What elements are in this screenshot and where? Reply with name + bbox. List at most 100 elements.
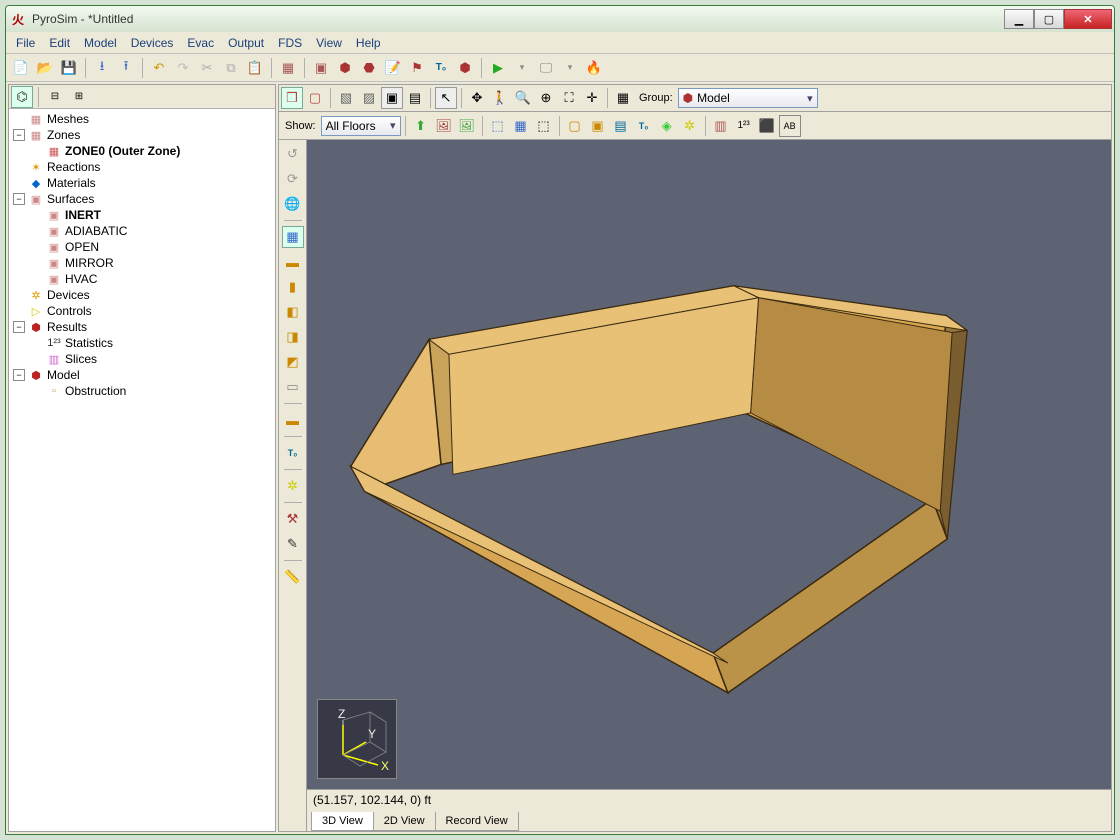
shade3-icon[interactable]: ▣ — [381, 87, 403, 109]
run-dropdown-icon[interactable]: ▾ — [511, 57, 533, 79]
menu-view[interactable]: View — [310, 34, 348, 52]
orbit2-icon[interactable]: ⟳ — [282, 168, 304, 190]
minimize-button[interactable] — [1004, 9, 1034, 29]
save-file-icon[interactable]: 💾 — [58, 57, 80, 79]
select-icon[interactable]: ↖ — [435, 87, 457, 109]
slab-icon[interactable]: ▬ — [282, 251, 304, 273]
tree-item[interactable]: ▣HVAC — [9, 271, 275, 287]
show-dropdown[interactable]: All Floors — [321, 116, 401, 136]
view-wire-icon[interactable]: ▢ — [304, 87, 326, 109]
tab-record-view[interactable]: Record View — [435, 812, 519, 831]
redo-icon[interactable]: ↷ — [172, 57, 194, 79]
shade4-icon[interactable]: ▤ — [404, 87, 426, 109]
tree-expand-icon[interactable]: − — [13, 193, 25, 205]
spin-icon[interactable]: 🌐 — [282, 193, 304, 215]
menu-devices[interactable]: Devices — [125, 34, 180, 52]
slice-icon[interactable]: ▥ — [710, 115, 732, 137]
undo-icon[interactable]: ↶ — [148, 57, 170, 79]
viewport-3d[interactable]: Z Y X (51.157, 102.144, 0) ft 3D View 2D… — [307, 140, 1111, 831]
measure-icon[interactable]: 📏 — [282, 566, 304, 588]
copy-icon[interactable]: ⧉ — [220, 57, 242, 79]
tree-expand-icon[interactable]: − — [13, 321, 25, 333]
obj1-icon[interactable]: ▢ — [564, 115, 586, 137]
monitor-dropdown-icon[interactable]: ▾ — [559, 57, 581, 79]
tab-2d-view[interactable]: 2D View — [373, 812, 436, 831]
axis-gizmo[interactable]: Z Y X — [317, 699, 397, 779]
obj3-icon[interactable]: ▤ — [610, 115, 632, 137]
tree-item[interactable]: ✲Devices — [9, 287, 275, 303]
device-tool-icon[interactable]: ✲ — [282, 475, 304, 497]
device-view-icon[interactable]: ✲ — [679, 115, 701, 137]
pan-icon[interactable]: ✥ — [466, 87, 488, 109]
zoom-in-icon[interactable]: 🔍 — [512, 87, 534, 109]
results-icon[interactable]: ⬢ — [454, 57, 476, 79]
menu-file[interactable]: File — [10, 34, 41, 52]
canvas-3d[interactable]: Z Y X — [307, 140, 1111, 789]
run-icon[interactable]: ▶ — [487, 57, 509, 79]
zoom-fit-icon[interactable]: ⊕ — [535, 87, 557, 109]
export-icon[interactable]: ⭱ — [115, 57, 137, 79]
menu-model[interactable]: Model — [78, 34, 123, 52]
tree-item[interactable]: ▣OPEN — [9, 239, 275, 255]
view-mesh2-icon[interactable]: ▦ — [510, 115, 532, 137]
shade2-icon[interactable]: ▨ — [358, 87, 380, 109]
zoom-box-icon[interactable]: ⛶ — [558, 87, 580, 109]
close-button[interactable] — [1064, 9, 1112, 29]
tree-item[interactable]: 1²³Statistics — [9, 335, 275, 351]
record-icon[interactable]: 📝 — [382, 57, 404, 79]
reaction-icon[interactable]: ⬢ — [334, 57, 356, 79]
center-icon[interactable]: ✛ — [581, 87, 603, 109]
tree-view-icon[interactable]: ⌬ — [11, 86, 33, 108]
room-icon[interactable]: ◨ — [282, 326, 304, 348]
tree-expand-icon[interactable]: − — [13, 369, 25, 381]
tree-item[interactable]: −▣Surfaces — [9, 191, 275, 207]
view-mesh-icon[interactable]: ⬚ — [487, 115, 509, 137]
group-dropdown[interactable]: ⬢ Model — [678, 88, 818, 108]
menu-help[interactable]: Help — [350, 34, 387, 52]
stats-icon[interactable]: 1²³ — [733, 115, 755, 137]
tree-item[interactable]: −▦Zones — [9, 127, 275, 143]
menu-edit[interactable]: Edit — [43, 34, 76, 52]
tree-item[interactable]: ▥Slices — [9, 351, 275, 367]
wall-icon[interactable]: ▮ — [282, 276, 304, 298]
maximize-button[interactable] — [1034, 9, 1064, 29]
tree-item[interactable]: ▷Controls — [9, 303, 275, 319]
mesh-icon[interactable]: ▦ — [277, 57, 299, 79]
sample-icon[interactable]: ✎ — [282, 533, 304, 555]
view-wireframe-icon[interactable]: ⬚ — [533, 115, 555, 137]
view-3d-icon[interactable]: ❒ — [281, 87, 303, 109]
obj2-icon[interactable]: ▣ — [587, 115, 609, 137]
floor-img2-icon[interactable]: 🖼 — [456, 115, 478, 137]
tree-item[interactable]: ▣INERT — [9, 207, 275, 223]
tree-item[interactable]: −⬢Model — [9, 367, 275, 383]
fire-icon[interactable]: 🔥 — [583, 57, 605, 79]
t0-icon[interactable]: T₀ — [430, 57, 452, 79]
tab-3d-view[interactable]: 3D View — [311, 812, 374, 831]
tree-item[interactable]: ▣MIRROR — [9, 255, 275, 271]
t0-tool-icon[interactable]: T₀ — [282, 442, 304, 464]
device-icon[interactable]: ⬣ — [358, 57, 380, 79]
obj4-icon[interactable]: ◈ — [656, 115, 678, 137]
hole-icon[interactable]: ▭ — [282, 376, 304, 398]
box-icon[interactable]: ⬛ — [756, 115, 778, 137]
new-file-icon[interactable]: 📄 — [10, 57, 32, 79]
collapse-all-icon[interactable]: ⊟ — [44, 86, 66, 108]
floor-up-icon[interactable]: ⬆ — [410, 115, 432, 137]
menu-fds[interactable]: FDS — [272, 34, 308, 52]
cube-icon[interactable]: ◩ — [282, 351, 304, 373]
expand-all-icon[interactable]: ⊞ — [68, 86, 90, 108]
tree-item[interactable]: ✶Reactions — [9, 159, 275, 175]
open-file-icon[interactable]: 📂 — [34, 57, 56, 79]
axe-icon[interactable]: ⚒ — [282, 508, 304, 530]
monitor-icon[interactable]: 🖵 — [535, 57, 557, 79]
orbit-icon[interactable]: ↺ — [282, 143, 304, 165]
flag-icon[interactable]: ⚑ — [406, 57, 428, 79]
grid-icon[interactable]: ▦ — [612, 87, 634, 109]
surface-icon[interactable]: ▣ — [310, 57, 332, 79]
tree-expand-icon[interactable]: − — [13, 129, 25, 141]
paste-icon[interactable]: 📋 — [244, 57, 266, 79]
shade1-icon[interactable]: ▧ — [335, 87, 357, 109]
tree-item[interactable]: ◆Materials — [9, 175, 275, 191]
menu-evac[interactable]: Evac — [181, 34, 220, 52]
ab-icon[interactable]: AB — [779, 115, 801, 137]
